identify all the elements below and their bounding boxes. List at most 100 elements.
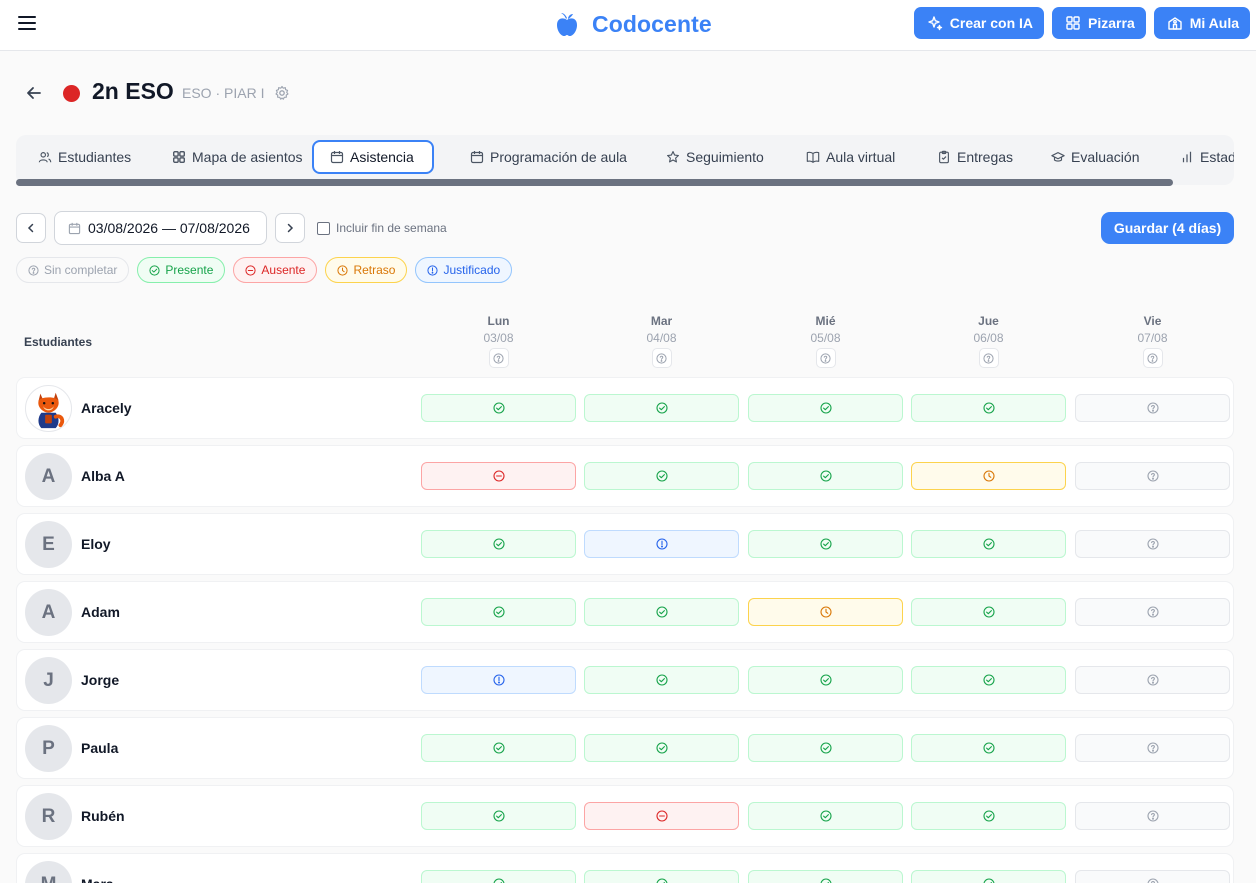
attendance-cell-present[interactable] [911, 394, 1066, 422]
settings-gear-icon[interactable] [274, 85, 290, 101]
attendance-cell-present[interactable] [748, 394, 903, 422]
attendance-cell-present[interactable] [911, 870, 1066, 883]
check-circle-icon [819, 742, 832, 754]
tab-label: Evaluación [1071, 149, 1140, 165]
question-circle-icon [820, 352, 831, 364]
question-circle-icon [1146, 470, 1159, 482]
attendance-cell-late[interactable] [911, 462, 1066, 490]
fill-day-button[interactable] [978, 348, 999, 368]
tab-label: Entregas [957, 149, 1014, 165]
weekend-checkbox[interactable] [317, 221, 330, 235]
attendance-cell-present[interactable] [421, 598, 576, 626]
attendance-cell-absent[interactable] [421, 462, 576, 490]
attendance-cell-present[interactable] [421, 530, 576, 558]
attendance-cell-none[interactable] [1075, 666, 1230, 694]
tab-estudiantes[interactable]: Estudiantes [38, 140, 131, 174]
attendance-cell-present[interactable] [584, 870, 739, 883]
student-row: P Paula [17, 718, 1233, 778]
attendance-cell-just[interactable] [584, 530, 739, 558]
tab-scrollbar[interactable] [16, 179, 1173, 186]
crear-con-ia-button[interactable]: Crear con IA [913, 7, 1045, 39]
question-circle-icon [983, 352, 994, 364]
attendance-cell-present[interactable] [911, 666, 1066, 694]
attendance-cell-present[interactable] [748, 666, 903, 694]
attendance-cell-present[interactable] [421, 734, 576, 762]
attendance-cell-none[interactable] [1075, 530, 1230, 558]
attendance-cell-present[interactable] [911, 734, 1066, 762]
tab-aula-virtual[interactable]: Aula virtual [806, 140, 895, 174]
attendance-cell-present[interactable] [748, 530, 903, 558]
tab-asistencia[interactable]: Asistencia [312, 140, 434, 174]
attendance-cell-present[interactable] [584, 462, 739, 490]
grid-icon [172, 150, 186, 164]
day-date: 07/08 [1137, 331, 1168, 345]
attendance-cell-present[interactable] [421, 870, 576, 883]
check-circle-icon [819, 810, 832, 822]
check-circle-icon [982, 538, 995, 550]
fill-day-button[interactable] [488, 348, 509, 368]
attendance-cell-present[interactable] [911, 802, 1066, 830]
calendar-icon [470, 150, 484, 164]
attendance-cell-present[interactable] [911, 598, 1066, 626]
date-range-picker[interactable]: 03/08/2026 — 07/08/2026 [54, 211, 267, 245]
next-week-button[interactable] [275, 213, 305, 243]
tab-entregas[interactable]: Entregas [937, 140, 1013, 174]
mi-aula-button[interactable]: Mi Aula [1153, 7, 1250, 39]
day-column-header: Lun 03/08 [421, 314, 576, 368]
attendance-cell-just[interactable] [421, 666, 576, 694]
attendance-cell-present[interactable] [748, 462, 903, 490]
fill-day-button[interactable] [815, 348, 836, 368]
tab-seguimiento[interactable]: Seguimiento [666, 140, 764, 174]
tab-label: Estudiantes [58, 149, 132, 165]
legend-label: Justificado [443, 263, 501, 277]
attendance-cell-present[interactable] [421, 394, 576, 422]
avatar: R [25, 793, 72, 840]
legend-chip-none: Sin completar [16, 257, 130, 283]
tab-label: Seguimiento [686, 149, 764, 165]
attendance-cell-none[interactable] [1075, 598, 1230, 626]
calendar-icon [68, 222, 81, 234]
attendance-cell-present[interactable] [421, 802, 576, 830]
fill-day-button[interactable] [1142, 348, 1163, 368]
attendance-cell-none[interactable] [1075, 870, 1230, 883]
attendance-cell-none[interactable] [1075, 462, 1230, 490]
fill-day-button[interactable] [651, 348, 672, 368]
legend-chip-late: Retraso [325, 257, 408, 283]
attendance-cell-none[interactable] [1075, 394, 1230, 422]
previous-week-button[interactable] [16, 213, 46, 243]
top-button-label: Crear con IA [949, 15, 1034, 31]
tab-mapa-de-asientos[interactable]: Mapa de asientos [172, 140, 303, 174]
back-arrow-icon[interactable] [24, 83, 44, 103]
attendance-cell-present[interactable] [584, 394, 739, 422]
attendance-cell-late[interactable] [748, 598, 903, 626]
clipboard-icon [937, 150, 951, 164]
attendance-cell-present[interactable] [748, 734, 903, 762]
date-range-text: 03/08/2026 — 07/08/2026 [88, 220, 250, 236]
save-button[interactable]: Guardar (4 días) [1101, 212, 1234, 244]
day-name: Mié [815, 314, 836, 328]
school-icon [1167, 15, 1183, 31]
attendance-cell-present[interactable] [584, 598, 739, 626]
attendance-cell-present[interactable] [911, 530, 1066, 558]
student-row: Aracely [17, 378, 1233, 438]
attendance-cell-none[interactable] [1075, 734, 1230, 762]
bar-chart-icon [1180, 150, 1194, 164]
tab-label: Asistencia [350, 149, 414, 165]
fox-avatar-icon [26, 386, 71, 431]
attendance-cell-present[interactable] [584, 734, 739, 762]
attendance-cell-present[interactable] [748, 870, 903, 883]
tab-evaluación[interactable]: Evaluación [1051, 140, 1140, 174]
attendance-cell-absent[interactable] [584, 802, 739, 830]
check-circle-icon [492, 606, 505, 618]
check-circle-icon [819, 674, 832, 686]
brand-logo[interactable]: Codocente [555, 8, 712, 40]
day-column-header: Vie 07/08 [1075, 314, 1230, 368]
attendance-cell-present[interactable] [748, 802, 903, 830]
pizarra-button[interactable]: Pizarra [1052, 7, 1146, 39]
tab-programación-de-aula[interactable]: Programación de aula [470, 140, 627, 174]
attendance-cell-present[interactable] [584, 666, 739, 694]
student-name: Eloy [81, 536, 111, 552]
tab-estad[interactable]: Estad [1180, 140, 1234, 174]
menu-icon[interactable] [18, 15, 37, 31]
attendance-cell-none[interactable] [1075, 802, 1230, 830]
